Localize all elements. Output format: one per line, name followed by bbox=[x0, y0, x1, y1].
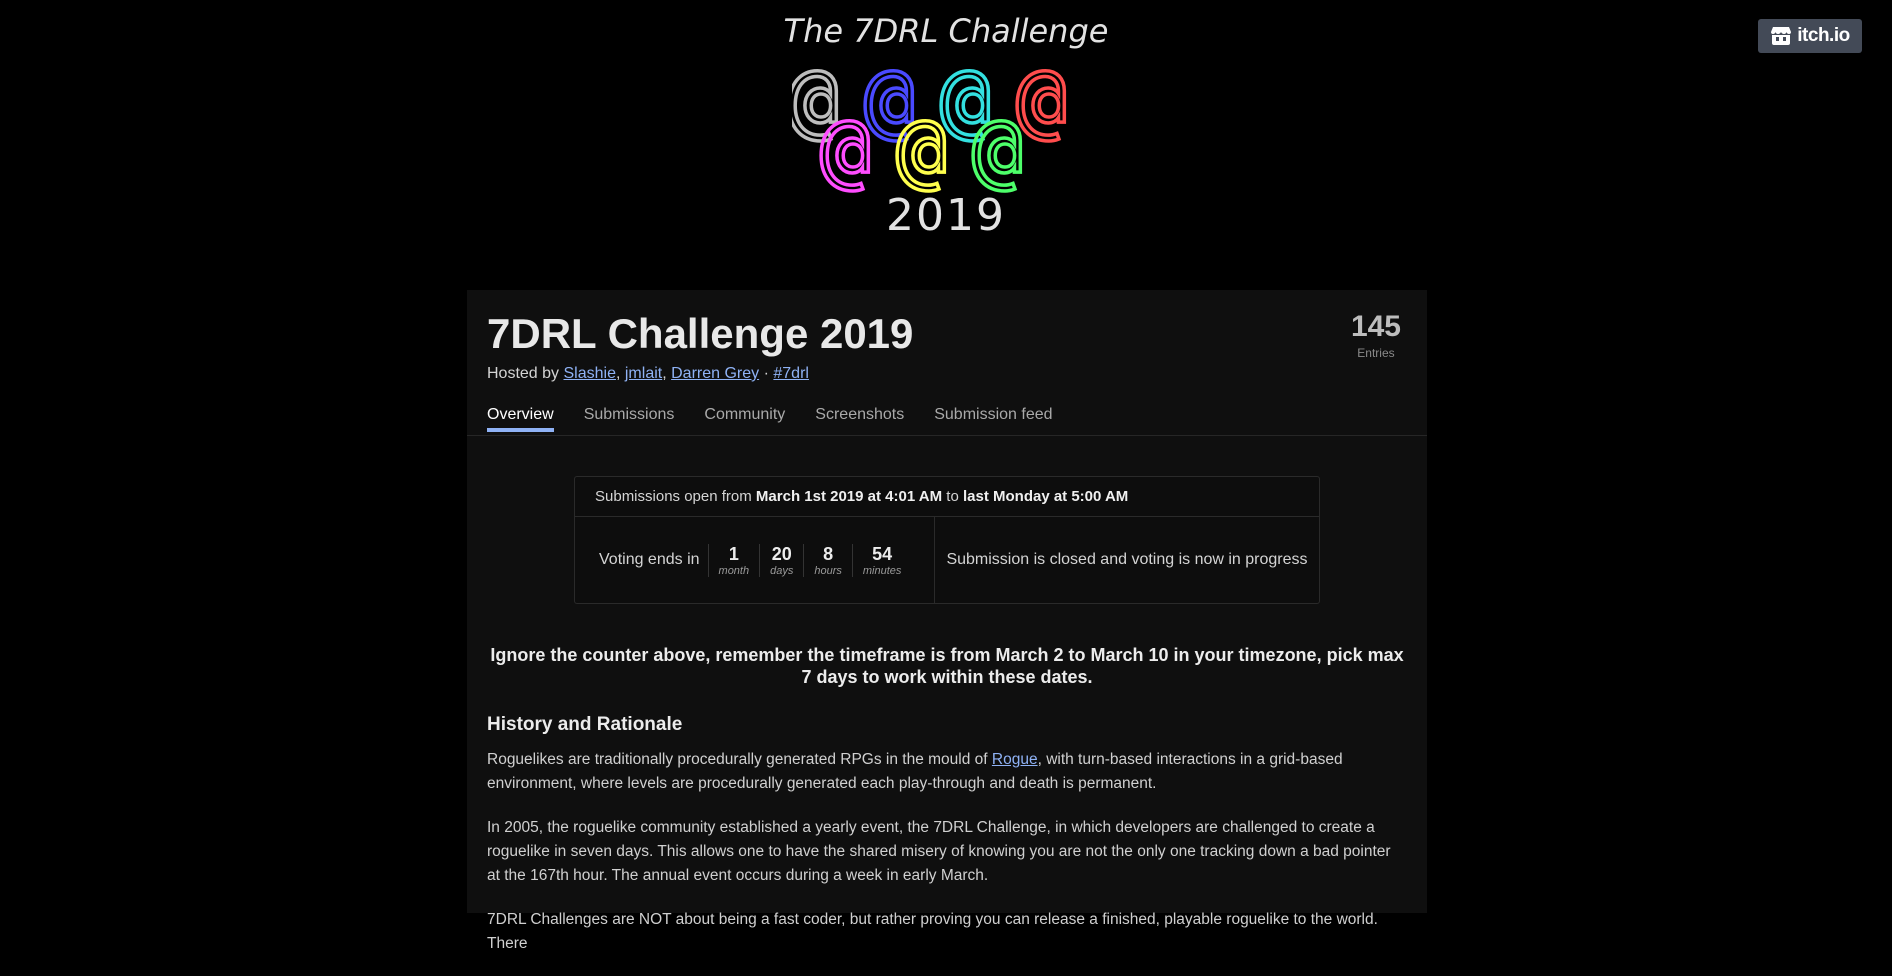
voting-countdown: Voting ends in 1 month 20 days 8 hours 5… bbox=[575, 517, 935, 603]
countdown-value: 1 bbox=[728, 543, 739, 564]
countdown-label: hours bbox=[814, 564, 842, 577]
jam-timer: Submissions open from March 1st 2019 at … bbox=[574, 476, 1320, 604]
countdown-label: minutes bbox=[862, 564, 902, 577]
at-ring-yellow: @ bbox=[896, 100, 947, 194]
at-ring-green: @ bbox=[972, 100, 1023, 194]
banner-year: 2019 bbox=[886, 190, 1006, 241]
jam-description: Ignore the counter above, remember the t… bbox=[487, 644, 1407, 976]
timer-prefix: Submissions open from bbox=[595, 488, 752, 505]
entries-label: Entries bbox=[1357, 346, 1395, 360]
entries-counter[interactable]: 145 Entries bbox=[1350, 310, 1401, 361]
countdown-value: 54 bbox=[872, 543, 893, 564]
entries-count: 145 bbox=[1350, 310, 1401, 343]
submission-window: Submissions open from March 1st 2019 at … bbox=[575, 477, 1319, 517]
countdown-month: 1 month bbox=[707, 543, 760, 577]
countdown: 1 month 20 days 8 hours 54 minutes bbox=[707, 543, 912, 577]
countdown-value: 20 bbox=[771, 543, 792, 564]
hosted-by-label: Hosted by bbox=[487, 365, 560, 382]
jam-banner: The 7DRL Challenge @ @ @ @ @ @ @ 2019 bbox=[0, 0, 1892, 290]
countdown-minutes: 54 minutes bbox=[851, 543, 912, 577]
at-rings-logo: @ @ @ @ @ @ @ bbox=[792, 64, 1068, 194]
jam-header: 7DRL Challenge 2019 Hosted by Slashie, j… bbox=[467, 290, 1427, 436]
banner-title: The 7DRL Challenge bbox=[783, 12, 1109, 50]
countdown-label: month bbox=[718, 564, 750, 577]
tag-link-7drl[interactable]: #7drl bbox=[773, 365, 809, 382]
jam-panel: 7DRL Challenge 2019 Hosted by Slashie, j… bbox=[467, 290, 1427, 952]
jam-tabs: Overview Submissions Community Screensho… bbox=[487, 406, 1083, 432]
paragraph-roguelikes: Roguelikes are traditionally procedurall… bbox=[487, 748, 1407, 796]
at-ring-magenta: @ bbox=[820, 100, 871, 194]
tab-submission-feed[interactable]: Submission feed bbox=[934, 406, 1052, 432]
countdown-hours: 8 hours bbox=[803, 543, 852, 577]
timer-start: March 1st 2019 at 4:01 AM bbox=[755, 488, 943, 505]
jam-title: 7DRL Challenge 2019 bbox=[487, 310, 914, 357]
rogue-link[interactable]: Rogue bbox=[992, 751, 1038, 768]
section-heading: History and Rationale bbox=[487, 714, 683, 735]
timer-to: to bbox=[946, 488, 959, 505]
timer-bottom: Voting ends in 1 month 20 days 8 hours 5… bbox=[575, 517, 1319, 603]
timer-end: last Monday at 5:00 AM bbox=[962, 488, 1129, 505]
separator-dot: · bbox=[763, 365, 769, 382]
tab-submissions[interactable]: Submissions bbox=[584, 406, 675, 432]
host-link-darren-grey[interactable]: Darren Grey bbox=[671, 365, 759, 382]
host-link-jmlait[interactable]: jmlait bbox=[625, 365, 662, 382]
at-ring-red: @ bbox=[1016, 64, 1067, 148]
countdown-days: 20 days bbox=[759, 543, 803, 577]
countdown-value: 8 bbox=[823, 543, 834, 564]
voting-label: Voting ends in bbox=[599, 551, 700, 568]
tab-screenshots[interactable]: Screenshots bbox=[815, 406, 904, 432]
countdown-label: days bbox=[770, 564, 794, 577]
tab-overview[interactable]: Overview bbox=[487, 406, 554, 432]
timeframe-notice: Ignore the counter above, remember the t… bbox=[490, 645, 1404, 687]
paragraph-goals: 7DRL Challenges are NOT about being a fa… bbox=[487, 911, 1378, 952]
tab-community[interactable]: Community bbox=[704, 406, 785, 432]
jam-hosts: Hosted by Slashie, jmlait, Darren Grey ·… bbox=[487, 365, 809, 382]
voting-status: Submission is closed and voting is now i… bbox=[946, 551, 1308, 568]
paragraph-history: In 2005, the roguelike community establi… bbox=[487, 819, 1391, 884]
paragraph-text: Roguelikes are traditionally procedurall… bbox=[487, 751, 992, 768]
host-link-slashie[interactable]: Slashie bbox=[564, 365, 616, 382]
